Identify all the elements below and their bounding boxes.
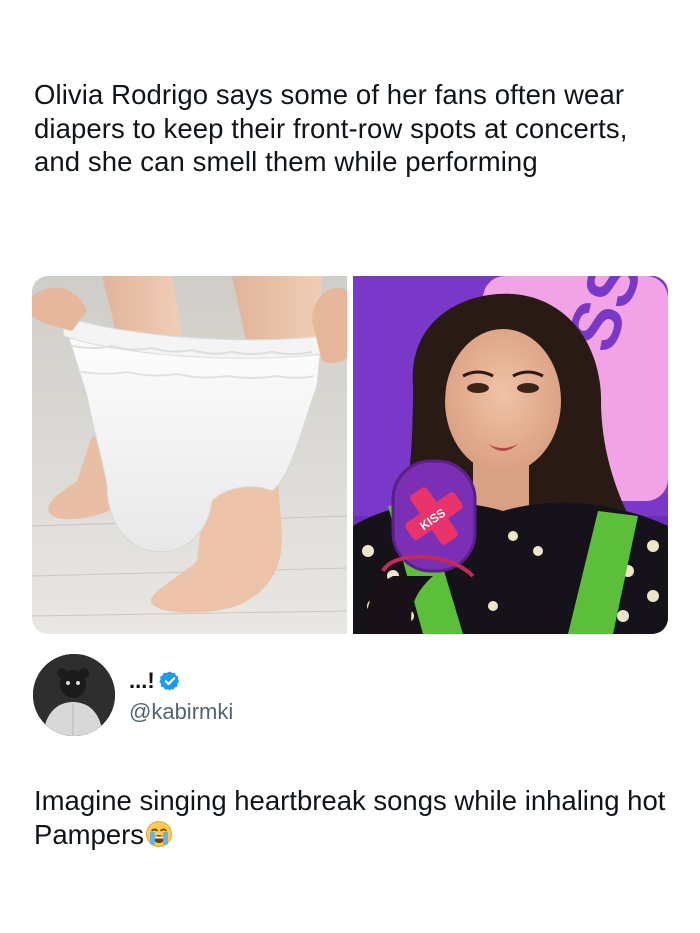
interview-photo-image: SS KISS <box>353 276 668 634</box>
author-row[interactable]: ...! @kabirmki <box>33 654 233 736</box>
display-name-row: ...! <box>129 665 233 697</box>
loudly-crying-face-icon <box>145 820 173 848</box>
diaper-photo-image <box>32 276 347 634</box>
avatar[interactable] <box>33 654 115 736</box>
reply-text: Imagine singing heartbreak songs while i… <box>34 784 674 851</box>
author-handle[interactable]: @kabirmki <box>129 699 233 725</box>
media-grid[interactable]: SS KISS <box>32 276 668 634</box>
reply-text-body: Imagine singing heartbreak songs while i… <box>34 785 666 850</box>
display-name[interactable]: ...! <box>129 668 155 694</box>
headline-text: Olivia Rodrigo says some of her fans oft… <box>34 79 628 177</box>
avatar-image <box>33 654 115 736</box>
verified-badge-icon <box>158 670 181 692</box>
interview-photo[interactable]: SS KISS <box>353 276 668 634</box>
diaper-photo[interactable] <box>32 276 347 634</box>
author-names: ...! @kabirmki <box>129 665 233 725</box>
